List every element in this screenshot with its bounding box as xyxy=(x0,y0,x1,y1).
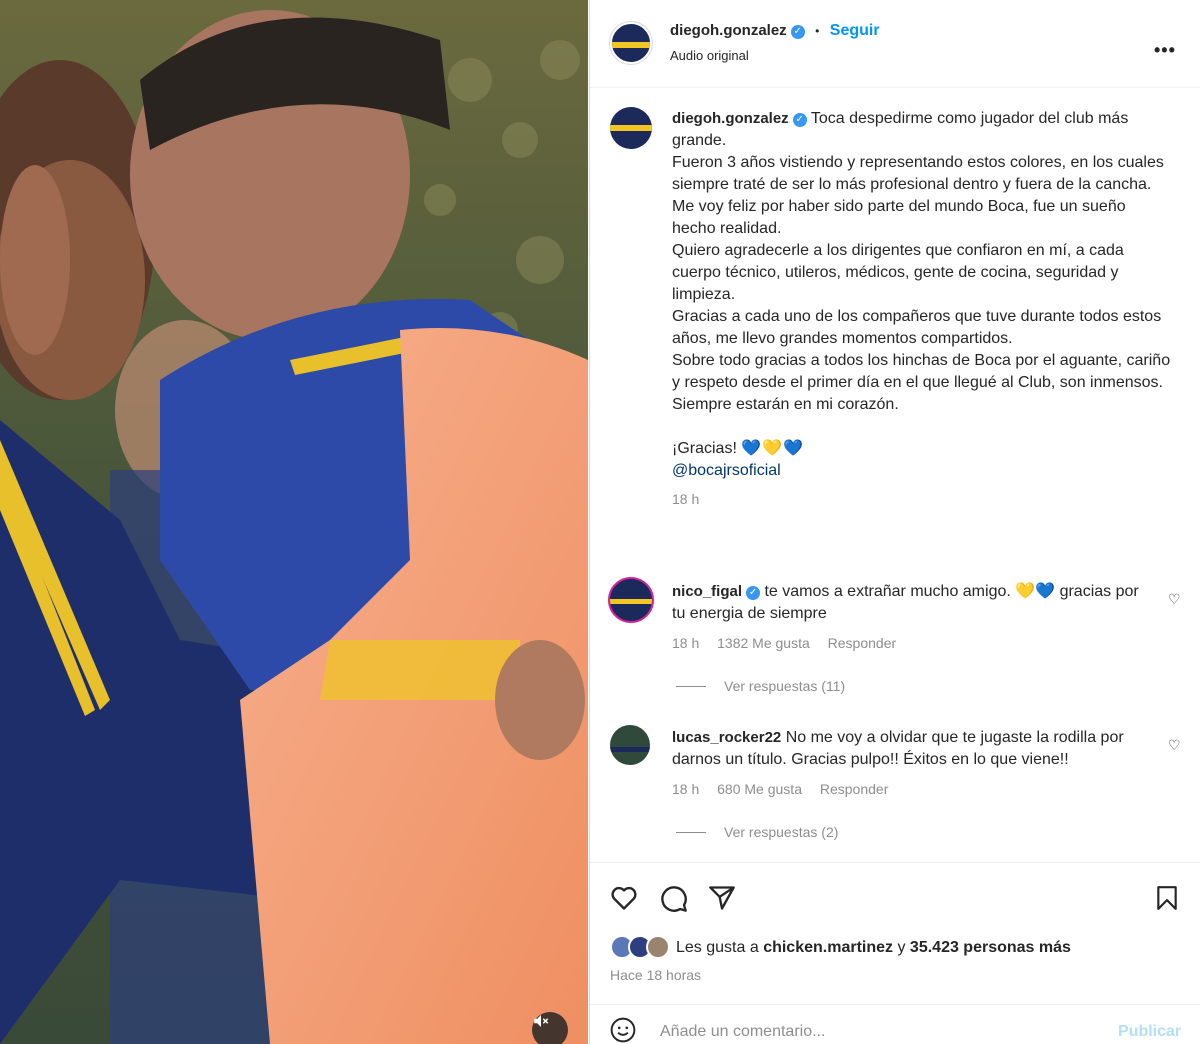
add-comment-bar: Añade un comentario... Publicar xyxy=(590,1004,1200,1044)
heart-icon[interactable]: ♡ xyxy=(1168,591,1181,608)
caption-line-6: Sobre todo gracias a todos los hinchas d… xyxy=(672,352,1171,391)
comments-section[interactable]: diegoh.gonzalez ✓ Toca despedirme como ju… xyxy=(590,89,1200,861)
more-icon[interactable]: ••• xyxy=(1154,40,1176,61)
likes-prefix: Les gusta a xyxy=(676,939,759,956)
replies-divider xyxy=(676,685,706,687)
posted-time[interactable]: Hace 18 horas xyxy=(610,967,701,983)
caption: diegoh.gonzalez ✓ Toca despedirme como ju… xyxy=(672,108,1172,510)
heart-icon[interactable]: ♡ xyxy=(1168,737,1181,754)
comment-meta: 18 h 1382 Me gusta Responder xyxy=(672,635,910,651)
caption-thanks: ¡Gracias! xyxy=(672,440,737,457)
author-avatar[interactable] xyxy=(610,22,652,64)
caption-line-5: Gracias a cada uno de los compañeros que… xyxy=(672,308,1162,347)
view-replies-button[interactable]: Ver respuestas (11) xyxy=(676,678,845,694)
view-replies-label: Ver respuestas (11) xyxy=(724,678,846,694)
post-media[interactable] xyxy=(0,0,588,1044)
comment-likes[interactable]: 1382 Me gusta xyxy=(717,635,810,651)
comment-text-before: te vamos a extrañar mucho amigo. xyxy=(764,583,1011,600)
verified-icon: ✓ xyxy=(790,25,805,39)
caption-line-4: Quiero agradecerle a los dirigentes que … xyxy=(672,242,1124,303)
volume-off-icon xyxy=(534,1015,549,1027)
comment-input[interactable]: Añade un comentario... xyxy=(660,1023,825,1041)
liker-avatars xyxy=(610,935,670,961)
replies-divider xyxy=(676,831,706,833)
post-side-panel: diegoh.gonzalez ✓ • Seguir Audio original… xyxy=(589,0,1200,1044)
author-username[interactable]: diegoh.gonzalez xyxy=(670,22,787,39)
comment-text: nico_figal ✓ te vamos a extrañar mucho am… xyxy=(672,581,1152,625)
comment-likes[interactable]: 680 Me gusta xyxy=(717,781,802,797)
likes-user[interactable]: chicken.martinez xyxy=(763,939,893,957)
comment-meta: 18 h 680 Me gusta Responder xyxy=(672,781,902,797)
audio-label[interactable]: Audio original xyxy=(670,48,749,63)
video-frame-illustration xyxy=(0,0,588,1044)
emoji-icon[interactable] xyxy=(610,1017,636,1043)
likes-summary[interactable]: Les gusta a chicken.martinez y 35.423 pe… xyxy=(610,935,1071,961)
comment-username[interactable]: nico_figal xyxy=(672,583,742,600)
comment-avatar[interactable] xyxy=(608,577,654,623)
comment-text: lucas_rocker22 No me voy a olvidar que t… xyxy=(672,727,1152,771)
view-replies-label: Ver respuestas (2) xyxy=(724,824,839,840)
comment-item: lucas_rocker22 No me voy a olvidar que t… xyxy=(590,723,1200,853)
heart-icon[interactable] xyxy=(610,885,638,911)
follow-button[interactable]: Seguir xyxy=(830,22,880,39)
caption-time[interactable]: 18 h xyxy=(672,488,1172,510)
caption-username[interactable]: diegoh.gonzalez xyxy=(672,110,789,127)
comment-item: nico_figal ✓ te vamos a extrañar mucho am… xyxy=(590,577,1200,707)
view-replies-button[interactable]: Ver respuestas (2) xyxy=(676,824,838,840)
action-bar xyxy=(590,862,1200,932)
caption-line-7: Siempre estarán en mi corazón. xyxy=(672,396,899,413)
likes-middle: y xyxy=(897,939,906,956)
comment-username[interactable]: lucas_rocker22 xyxy=(672,729,781,746)
mute-button[interactable] xyxy=(532,1012,568,1044)
comment-icon[interactable] xyxy=(660,885,688,913)
bookmark-icon[interactable] xyxy=(1156,885,1178,911)
caption-line-2: Fueron 3 años vistiendo y representando … xyxy=(672,154,1164,193)
header-separator: • xyxy=(815,24,820,38)
likes-count[interactable]: 35.423 personas más xyxy=(910,939,1071,957)
comment-time[interactable]: 18 h xyxy=(672,635,699,651)
post-comment-button[interactable]: Publicar xyxy=(1118,1023,1181,1041)
caption-avatar[interactable] xyxy=(610,107,652,149)
share-icon[interactable] xyxy=(708,885,736,911)
caption-hearts: 💙💛💙 xyxy=(741,440,805,457)
caption-mention[interactable]: @bocajrsoficial xyxy=(672,460,1172,482)
comment-time[interactable]: 18 h xyxy=(672,781,699,797)
reply-button[interactable]: Responder xyxy=(820,781,889,797)
comment-avatar[interactable] xyxy=(610,725,650,765)
comment-hearts: 💛💙 xyxy=(1015,583,1056,600)
caption-line-3: Me voy feliz por haber sido parte del mu… xyxy=(672,198,1126,237)
verified-icon: ✓ xyxy=(792,113,807,127)
post-header: diegoh.gonzalez ✓ • Seguir Audio original… xyxy=(590,0,1200,88)
verified-icon: ✓ xyxy=(746,586,761,600)
reply-button[interactable]: Responder xyxy=(828,635,897,651)
